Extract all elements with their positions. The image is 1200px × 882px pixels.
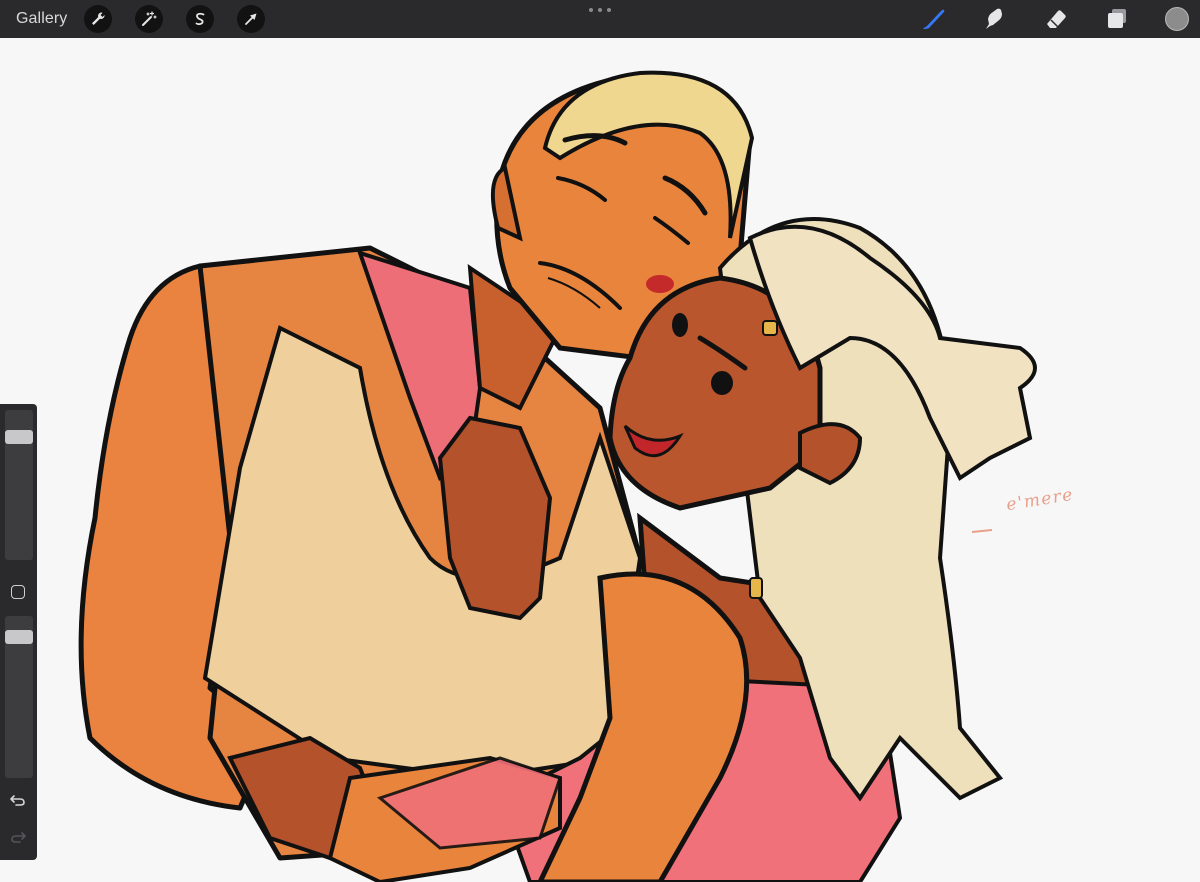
layers-button[interactable] bbox=[1102, 4, 1132, 34]
artwork-illustration bbox=[78, 70, 1037, 882]
color-picker-button[interactable] bbox=[1165, 7, 1189, 31]
smudge-icon bbox=[986, 8, 1002, 29]
smudge-tool-button[interactable] bbox=[979, 4, 1009, 34]
brush-size-slider[interactable] bbox=[5, 410, 33, 560]
layers-icon bbox=[1108, 9, 1126, 28]
wrench-icon bbox=[92, 12, 105, 25]
brush-size-thumb[interactable] bbox=[5, 430, 33, 444]
more-options-handle[interactable] bbox=[589, 8, 611, 14]
undo-icon bbox=[10, 795, 25, 806]
brush-icon bbox=[923, 9, 945, 29]
magic-wand-icon bbox=[142, 11, 157, 26]
selection-s-icon bbox=[195, 12, 205, 26]
transform-button[interactable] bbox=[237, 5, 265, 33]
actions-button[interactable] bbox=[84, 5, 112, 33]
undo-button[interactable] bbox=[8, 791, 28, 809]
top-toolbar: Gallery bbox=[0, 0, 1200, 38]
eraser-icon bbox=[1047, 10, 1066, 29]
brush-opacity-thumb[interactable] bbox=[5, 630, 33, 644]
dot bbox=[589, 8, 593, 12]
dot bbox=[607, 8, 611, 12]
dot bbox=[598, 8, 602, 12]
brush-opacity-slider[interactable] bbox=[5, 616, 33, 778]
drawing-canvas[interactable]: e'mere bbox=[0, 38, 1200, 882]
gallery-button[interactable]: Gallery bbox=[16, 10, 67, 28]
modify-button[interactable] bbox=[11, 585, 25, 599]
brush-tool-button[interactable] bbox=[918, 4, 948, 34]
redo-icon bbox=[11, 832, 26, 843]
selection-button[interactable] bbox=[186, 5, 214, 33]
adjustments-button[interactable] bbox=[135, 5, 163, 33]
redo-button[interactable] bbox=[8, 828, 28, 846]
eraser-tool-button[interactable] bbox=[1041, 4, 1071, 34]
transform-arrow-icon bbox=[245, 13, 257, 25]
brush-sidebar bbox=[0, 404, 37, 860]
